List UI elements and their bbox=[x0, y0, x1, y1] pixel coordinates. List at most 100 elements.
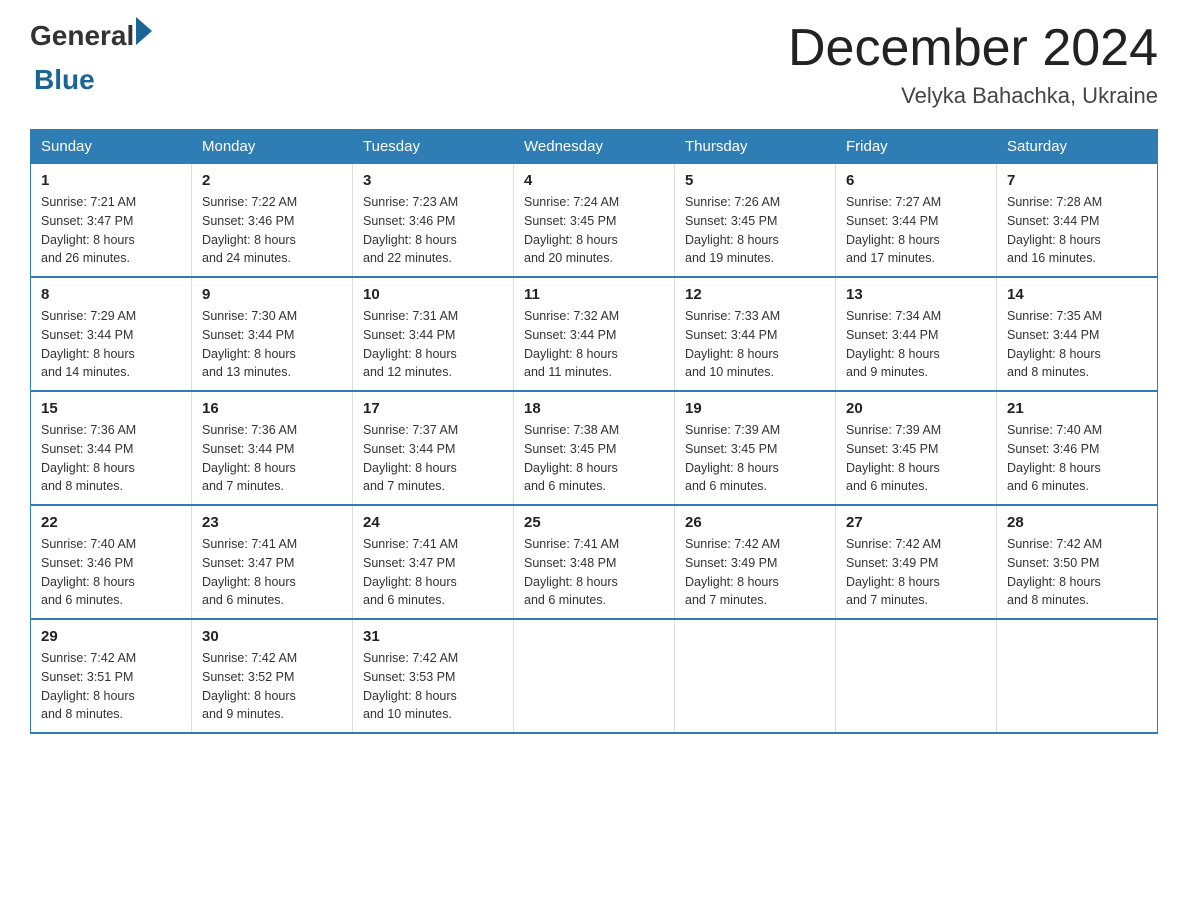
day-info: Sunrise: 7:36 AM Sunset: 3:44 PM Dayligh… bbox=[202, 421, 342, 496]
logo-arrow-icon bbox=[136, 17, 152, 45]
calendar-cell: 23Sunrise: 7:41 AM Sunset: 3:47 PM Dayli… bbox=[192, 505, 353, 619]
day-number: 13 bbox=[846, 286, 986, 303]
calendar-cell bbox=[514, 619, 675, 733]
day-number: 24 bbox=[363, 514, 503, 531]
calendar-body: 1 Sunrise: 7:21 AM Sunset: 3:47 PM Daylig… bbox=[31, 164, 1158, 734]
title-block: December 2024 Velyka Bahachka, Ukraine bbox=[788, 20, 1158, 109]
day-info: Sunrise: 7:35 AM Sunset: 3:44 PM Dayligh… bbox=[1007, 307, 1147, 382]
calendar-cell: 12 Sunrise: 7:33 AM Sunset: 3:44 PM Dayli… bbox=[675, 277, 836, 391]
day-info: Sunrise: 7:24 AM Sunset: 3:45 PM Dayligh… bbox=[524, 193, 664, 268]
page-header: General Blue December 2024 Velyka Bahach… bbox=[30, 20, 1158, 109]
day-info: Sunrise: 7:40 AM Sunset: 3:46 PM Dayligh… bbox=[1007, 421, 1147, 496]
calendar-week-row: 1 Sunrise: 7:21 AM Sunset: 3:47 PM Daylig… bbox=[31, 164, 1158, 278]
day-number: 10 bbox=[363, 286, 503, 303]
weekday-row: SundayMondayTuesdayWednesdayThursdayFrid… bbox=[31, 130, 1158, 164]
day-info: Sunrise: 7:34 AM Sunset: 3:44 PM Dayligh… bbox=[846, 307, 986, 382]
month-title: December 2024 bbox=[788, 20, 1158, 77]
day-number: 3 bbox=[363, 172, 503, 189]
calendar-cell: 25 Sunrise: 7:41 AM Sunset: 3:48 PM Dayli… bbox=[514, 505, 675, 619]
day-info: Sunrise: 7:39 AM Sunset: 3:45 PM Dayligh… bbox=[685, 421, 825, 496]
day-info: Sunrise: 7:42 AM Sunset: 3:50 PM Dayligh… bbox=[1007, 535, 1147, 610]
calendar-cell: 20 Sunrise: 7:39 AM Sunset: 3:45 PM Dayli… bbox=[836, 391, 997, 505]
day-info: Sunrise: 7:33 AM Sunset: 3:44 PM Dayligh… bbox=[685, 307, 825, 382]
weekday-header: Thursday bbox=[675, 130, 836, 164]
weekday-header: Saturday bbox=[997, 130, 1158, 164]
day-number: 4 bbox=[524, 172, 664, 189]
calendar-cell: 14Sunrise: 7:35 AM Sunset: 3:44 PM Dayli… bbox=[997, 277, 1158, 391]
day-number: 28 bbox=[1007, 514, 1147, 531]
calendar-cell: 29 Sunrise: 7:42 AM Sunset: 3:51 PM Dayli… bbox=[31, 619, 192, 733]
calendar-cell: 1 Sunrise: 7:21 AM Sunset: 3:47 PM Daylig… bbox=[31, 164, 192, 278]
day-info: Sunrise: 7:41 AM Sunset: 3:47 PM Dayligh… bbox=[363, 535, 503, 610]
day-info: Sunrise: 7:30 AM Sunset: 3:44 PM Dayligh… bbox=[202, 307, 342, 382]
calendar-cell: 6 Sunrise: 7:27 AM Sunset: 3:44 PM Daylig… bbox=[836, 164, 997, 278]
day-info: Sunrise: 7:26 AM Sunset: 3:45 PM Dayligh… bbox=[685, 193, 825, 268]
day-number: 1 bbox=[41, 172, 181, 189]
day-info: Sunrise: 7:32 AM Sunset: 3:44 PM Dayligh… bbox=[524, 307, 664, 382]
weekday-header: Monday bbox=[192, 130, 353, 164]
calendar-cell: 30 Sunrise: 7:42 AM Sunset: 3:52 PM Dayli… bbox=[192, 619, 353, 733]
calendar-week-row: 8Sunrise: 7:29 AM Sunset: 3:44 PM Daylig… bbox=[31, 277, 1158, 391]
day-number: 31 bbox=[363, 628, 503, 645]
day-info: Sunrise: 7:39 AM Sunset: 3:45 PM Dayligh… bbox=[846, 421, 986, 496]
day-number: 29 bbox=[41, 628, 181, 645]
day-info: Sunrise: 7:22 AM Sunset: 3:46 PM Dayligh… bbox=[202, 193, 342, 268]
calendar-cell: 8Sunrise: 7:29 AM Sunset: 3:44 PM Daylig… bbox=[31, 277, 192, 391]
day-number: 6 bbox=[846, 172, 986, 189]
calendar-cell: 22 Sunrise: 7:40 AM Sunset: 3:46 PM Dayli… bbox=[31, 505, 192, 619]
calendar-table: SundayMondayTuesdayWednesdayThursdayFrid… bbox=[30, 129, 1158, 734]
day-number: 20 bbox=[846, 400, 986, 417]
day-number: 21 bbox=[1007, 400, 1147, 417]
day-info: Sunrise: 7:36 AM Sunset: 3:44 PM Dayligh… bbox=[41, 421, 181, 496]
calendar-cell: 27Sunrise: 7:42 AM Sunset: 3:49 PM Dayli… bbox=[836, 505, 997, 619]
day-number: 15 bbox=[41, 400, 181, 417]
calendar-cell: 10 Sunrise: 7:31 AM Sunset: 3:44 PM Dayli… bbox=[353, 277, 514, 391]
day-number: 30 bbox=[202, 628, 342, 645]
calendar-cell: 24 Sunrise: 7:41 AM Sunset: 3:47 PM Dayli… bbox=[353, 505, 514, 619]
calendar-cell: 19 Sunrise: 7:39 AM Sunset: 3:45 PM Dayli… bbox=[675, 391, 836, 505]
calendar-cell bbox=[997, 619, 1158, 733]
day-info: Sunrise: 7:42 AM Sunset: 3:51 PM Dayligh… bbox=[41, 649, 181, 724]
calendar-header: SundayMondayTuesdayWednesdayThursdayFrid… bbox=[31, 130, 1158, 164]
logo-blue: Blue bbox=[34, 64, 152, 96]
day-info: Sunrise: 7:41 AM Sunset: 3:48 PM Dayligh… bbox=[524, 535, 664, 610]
calendar-cell bbox=[836, 619, 997, 733]
weekday-header: Friday bbox=[836, 130, 997, 164]
calendar-cell: 3Sunrise: 7:23 AM Sunset: 3:46 PM Daylig… bbox=[353, 164, 514, 278]
calendar-cell: 11 Sunrise: 7:32 AM Sunset: 3:44 PM Dayli… bbox=[514, 277, 675, 391]
day-number: 5 bbox=[685, 172, 825, 189]
logo-general: General bbox=[30, 20, 134, 52]
calendar-cell: 21 Sunrise: 7:40 AM Sunset: 3:46 PM Dayli… bbox=[997, 391, 1158, 505]
calendar-cell: 15 Sunrise: 7:36 AM Sunset: 3:44 PM Dayli… bbox=[31, 391, 192, 505]
weekday-header: Tuesday bbox=[353, 130, 514, 164]
day-number: 23 bbox=[202, 514, 342, 531]
day-number: 27 bbox=[846, 514, 986, 531]
calendar-cell: 9Sunrise: 7:30 AM Sunset: 3:44 PM Daylig… bbox=[192, 277, 353, 391]
day-info: Sunrise: 7:27 AM Sunset: 3:44 PM Dayligh… bbox=[846, 193, 986, 268]
day-number: 22 bbox=[41, 514, 181, 531]
day-info: Sunrise: 7:37 AM Sunset: 3:44 PM Dayligh… bbox=[363, 421, 503, 496]
calendar-cell: 13 Sunrise: 7:34 AM Sunset: 3:44 PM Dayli… bbox=[836, 277, 997, 391]
calendar-week-row: 15 Sunrise: 7:36 AM Sunset: 3:44 PM Dayli… bbox=[31, 391, 1158, 505]
weekday-header: Sunday bbox=[31, 130, 192, 164]
day-number: 7 bbox=[1007, 172, 1147, 189]
day-number: 25 bbox=[524, 514, 664, 531]
calendar-cell: 7Sunrise: 7:28 AM Sunset: 3:44 PM Daylig… bbox=[997, 164, 1158, 278]
calendar-week-row: 22 Sunrise: 7:40 AM Sunset: 3:46 PM Dayli… bbox=[31, 505, 1158, 619]
location-title: Velyka Bahachka, Ukraine bbox=[788, 83, 1158, 109]
calendar-cell: 28 Sunrise: 7:42 AM Sunset: 3:50 PM Dayli… bbox=[997, 505, 1158, 619]
calendar-cell: 5 Sunrise: 7:26 AM Sunset: 3:45 PM Daylig… bbox=[675, 164, 836, 278]
day-number: 19 bbox=[685, 400, 825, 417]
day-number: 18 bbox=[524, 400, 664, 417]
day-number: 2 bbox=[202, 172, 342, 189]
day-info: Sunrise: 7:31 AM Sunset: 3:44 PM Dayligh… bbox=[363, 307, 503, 382]
calendar-cell bbox=[675, 619, 836, 733]
day-number: 11 bbox=[524, 286, 664, 303]
day-info: Sunrise: 7:40 AM Sunset: 3:46 PM Dayligh… bbox=[41, 535, 181, 610]
day-number: 17 bbox=[363, 400, 503, 417]
day-info: Sunrise: 7:21 AM Sunset: 3:47 PM Dayligh… bbox=[41, 193, 181, 268]
day-number: 26 bbox=[685, 514, 825, 531]
day-info: Sunrise: 7:42 AM Sunset: 3:52 PM Dayligh… bbox=[202, 649, 342, 724]
day-number: 12 bbox=[685, 286, 825, 303]
day-number: 8 bbox=[41, 286, 181, 303]
